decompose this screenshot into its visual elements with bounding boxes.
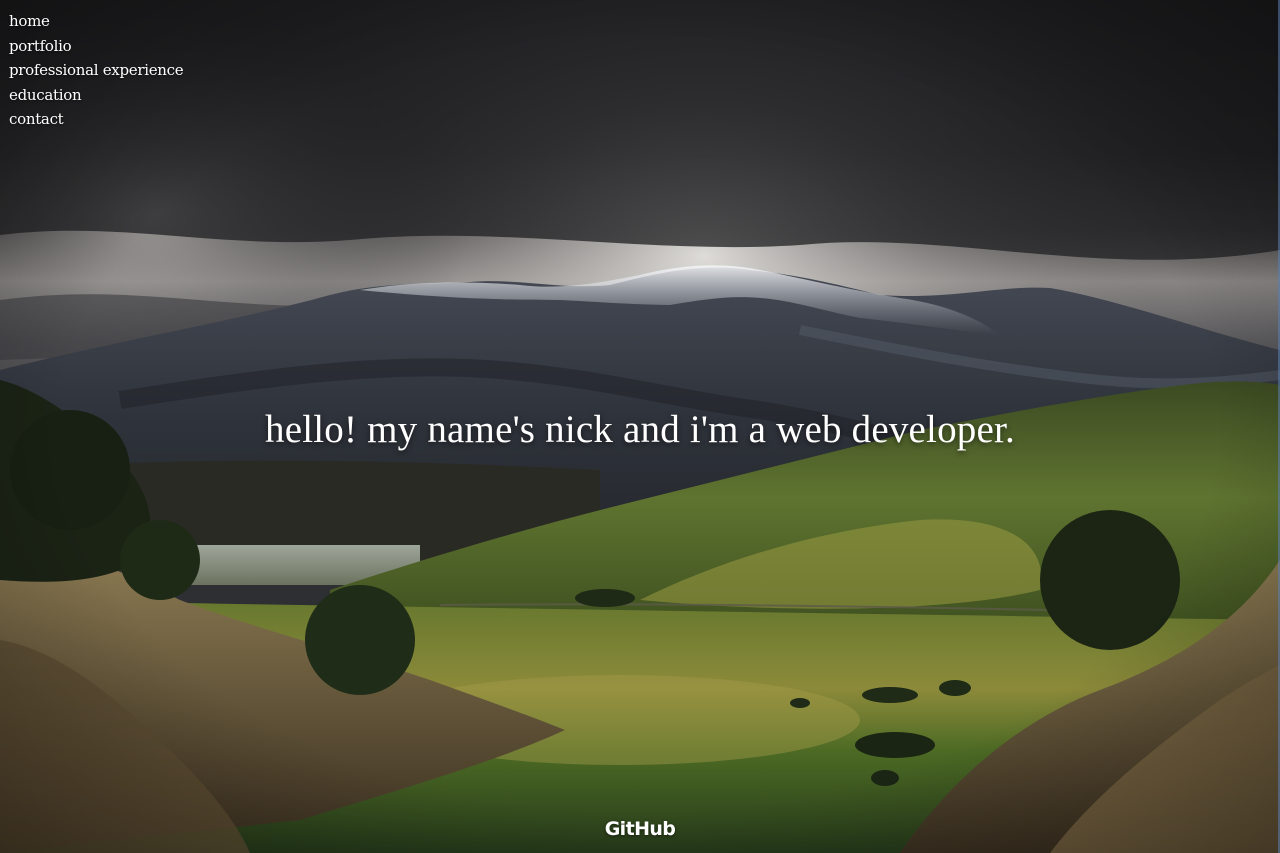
page: home portfolio professional experience e… (0, 0, 1280, 853)
nav-link-professional-experience[interactable]: professional experience (9, 61, 184, 79)
nav-item-contact: contact (9, 107, 183, 132)
nav-link-home[interactable]: home (9, 12, 50, 30)
nav-link-contact[interactable]: contact (9, 110, 64, 128)
hero-headline: hello! my name's nick and i'm a web deve… (265, 408, 1015, 451)
nav-item-professional-experience: professional experience (9, 58, 184, 83)
nav-item-home: home (9, 9, 183, 34)
nav-link-portfolio[interactable]: portfolio (9, 37, 72, 55)
footer: GitHub (0, 818, 1280, 840)
main-nav: home portfolio professional experience e… (9, 9, 184, 132)
nav-item-education: education (9, 83, 183, 108)
github-link[interactable]: GitHub (605, 818, 676, 840)
nav-item-portfolio: portfolio (9, 34, 183, 59)
nav-link-education[interactable]: education (9, 86, 82, 104)
